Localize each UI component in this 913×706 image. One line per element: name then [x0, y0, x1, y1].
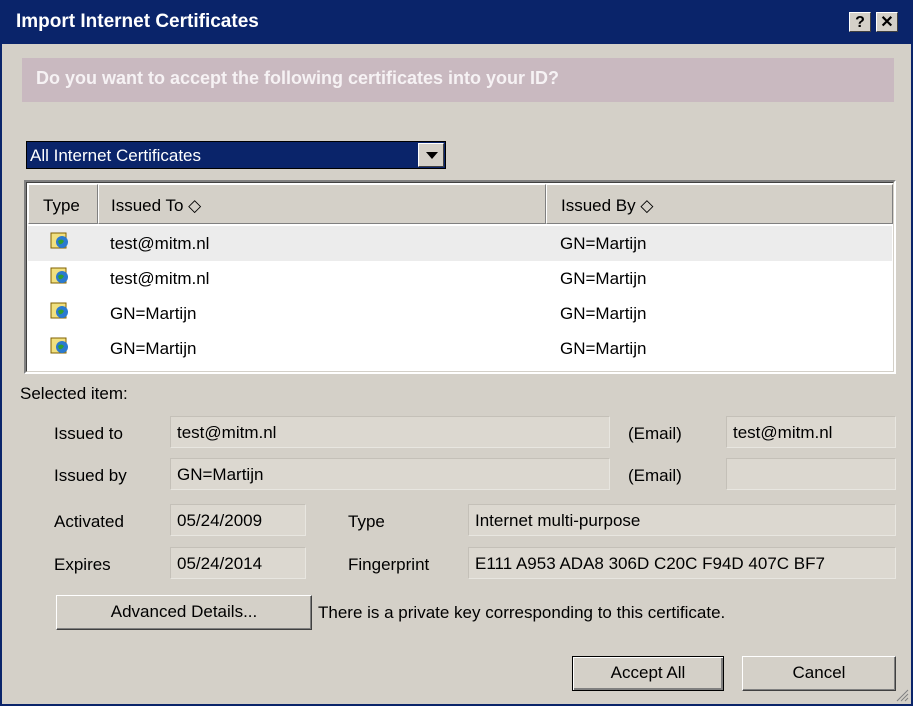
row-issued-by: GN=Martijn — [560, 269, 647, 288]
table-row[interactable]: GN=Martijn GN=Martijn — [28, 296, 892, 331]
cancel-button[interactable]: Cancel — [742, 656, 896, 691]
chevron-down-icon[interactable] — [418, 143, 444, 167]
issued-by-field[interactable]: GN=Martijn — [170, 458, 610, 490]
expires-field[interactable]: 05/24/2014 — [170, 547, 306, 579]
issued-to-label: Issued to — [54, 424, 123, 443]
row-issued-to: test@mitm.nl — [110, 234, 210, 253]
accept-all-button[interactable]: Accept All — [572, 656, 724, 691]
certificate-filter-value: All Internet Certificates — [30, 146, 202, 165]
issued-by-email-field[interactable] — [726, 458, 896, 490]
column-header-type[interactable]: Type — [28, 184, 98, 224]
type-label: Type — [348, 512, 385, 531]
issued-by-email-label: (Email) — [628, 466, 682, 485]
row-issued-by: GN=Martijn — [560, 234, 647, 253]
issued-to-field[interactable]: test@mitm.nl — [170, 416, 610, 448]
activated-label: Activated — [54, 512, 124, 531]
private-key-note: There is a private key corresponding to … — [318, 603, 726, 622]
table-row[interactable]: test@mitm.nl GN=Martijn — [28, 226, 892, 261]
prompt-banner: Do you want to accept the following cert… — [22, 58, 894, 102]
column-header-issued-to[interactable]: Issued To ◇ — [98, 184, 546, 224]
row-issued-by: GN=Martijn — [560, 339, 647, 358]
certificate-globe-icon — [50, 232, 68, 249]
selected-item-label: Selected item: — [20, 384, 128, 403]
certificate-globe-icon — [50, 337, 68, 354]
advanced-details-button[interactable]: Advanced Details... — [56, 595, 312, 630]
help-button[interactable]: ? — [849, 12, 871, 32]
row-issued-to: GN=Martijn — [110, 304, 197, 323]
table-row[interactable]: GN=Martijn GN=Martijn — [28, 331, 892, 366]
fingerprint-field[interactable]: E111 A953 ADA8 306D C20C F94D 407C BF7 — [468, 547, 896, 579]
activated-field[interactable]: 05/24/2009 — [170, 504, 306, 536]
title-bar[interactable]: Import Internet Certificates ? ✕ — [2, 0, 911, 44]
certificate-globe-icon — [50, 267, 68, 284]
row-issued-to: GN=Martijn — [110, 339, 197, 358]
resize-grip-icon[interactable] — [895, 688, 909, 702]
row-issued-by: GN=Martijn — [560, 304, 647, 323]
issued-to-email-field[interactable]: test@mitm.nl — [726, 416, 896, 448]
issued-by-label: Issued by — [54, 466, 127, 485]
close-button[interactable]: ✕ — [876, 12, 898, 32]
fingerprint-label: Fingerprint — [348, 555, 430, 574]
type-field[interactable]: Internet multi-purpose — [468, 504, 896, 536]
column-header-issued-by[interactable]: Issued By ◇ — [546, 184, 893, 224]
dialog-title: Import Internet Certificates — [16, 11, 259, 32]
certificate-globe-icon — [50, 302, 68, 319]
table-row[interactable]: test@mitm.nl GN=Martijn — [28, 261, 892, 296]
issued-to-email-label: (Email) — [628, 424, 682, 443]
certificate-list[interactable]: Type Issued To ◇ Issued By ◇ test@mitm.n… — [24, 180, 896, 374]
import-certificates-dialog: Import Internet Certificates ? ✕ Do you … — [0, 0, 913, 706]
expires-label: Expires — [54, 555, 111, 574]
row-issued-to: test@mitm.nl — [110, 269, 210, 288]
certificate-filter-dropdown[interactable]: All Internet Certificates — [26, 141, 446, 169]
